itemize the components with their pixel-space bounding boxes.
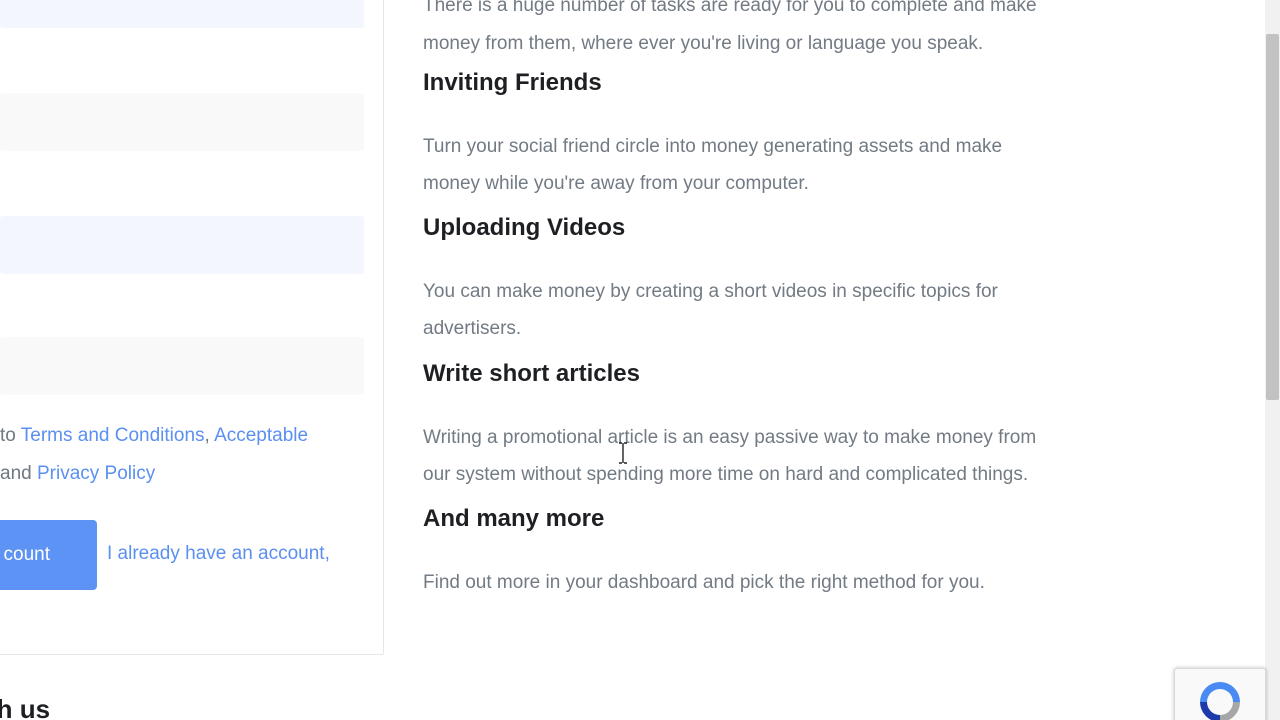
recaptcha-badge[interactable] (1174, 668, 1266, 720)
inviting-friends-title: Inviting Friends (423, 69, 602, 96)
terms-and-conditions-link[interactable]: Terms and Conditions (21, 425, 205, 446)
and-many-more-title: And many more (423, 505, 605, 532)
form-field-3[interactable] (0, 216, 364, 274)
form-field-2[interactable] (0, 93, 364, 151)
terms-line-1: to Terms and Conditions, Acceptable (0, 425, 309, 446)
privacy-policy-link[interactable]: Privacy Policy (37, 463, 155, 484)
text-cursor-icon (619, 442, 627, 464)
form-field-4[interactable] (0, 337, 364, 395)
section-heading-partial: th us (0, 694, 51, 720)
inviting-friends-desc: Turn your social friend circle into mone… (423, 136, 1003, 194)
acceptable-use-link[interactable]: Acceptable (214, 425, 308, 446)
page: to Terms and Conditions, Acceptable and … (0, 0, 1280, 720)
write-short-articles-title: Write short articles (423, 360, 640, 387)
and-many-more-desc: Find out more in your dashboard and pick… (423, 572, 985, 593)
terms-line-2: and Privacy Policy (0, 463, 156, 484)
intro-line-2: money from them, where ever you're livin… (423, 33, 984, 54)
intro-line-1: There is a huge number of tasks are read… (423, 0, 1037, 16)
write-short-articles-desc: Writing a promotional article is an easy… (423, 427, 1037, 485)
form-field-1[interactable] (0, 0, 364, 28)
uploading-videos-title: Uploading Videos (423, 214, 626, 241)
uploading-videos-desc: You can make money by creating a short v… (423, 281, 998, 339)
scrollbar-thumb[interactable] (1266, 34, 1279, 400)
create-account-button[interactable]: count (0, 520, 97, 590)
already-have-account-link[interactable]: I already have an account, (107, 535, 330, 573)
recaptcha-icon (1200, 682, 1240, 720)
intro-text: There is a huge number of tasks are read… (423, 0, 1037, 63)
page-scrollbar[interactable] (1265, 0, 1280, 720)
terms-agreement-text: to Terms and Conditions, Acceptable and … (0, 417, 380, 493)
